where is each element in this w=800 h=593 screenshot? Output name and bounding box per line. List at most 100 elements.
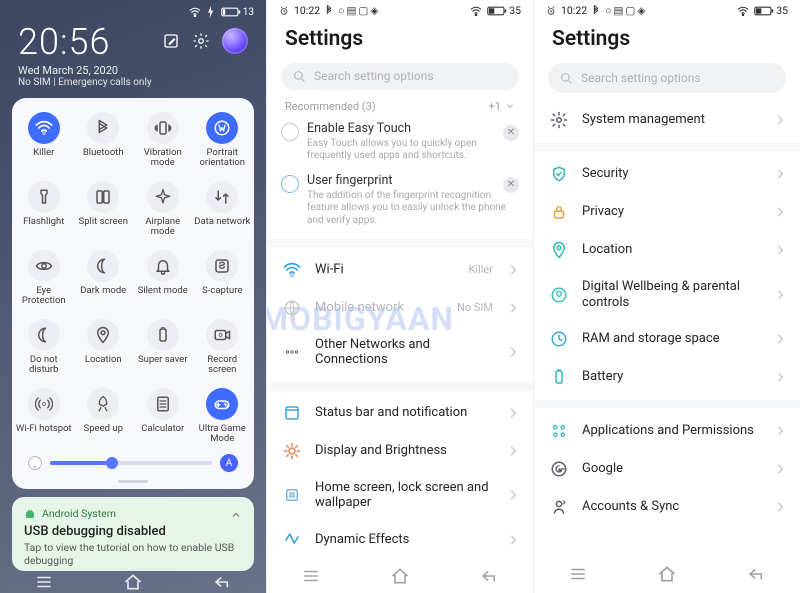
brightness-slider[interactable]: A (14, 448, 252, 474)
qs-tile-label: Flashlight (23, 217, 64, 227)
dots-icon (283, 343, 301, 361)
panel-grip[interactable] (118, 480, 148, 483)
battery-icon: 35 (754, 4, 788, 17)
qs-tile-airplane[interactable]: Airplane mode (133, 177, 193, 242)
search-placeholder: Search setting options (314, 69, 434, 83)
qs-tile-calc[interactable]: Calculator (133, 384, 193, 449)
settings-row-brightness[interactable]: Display and Brightness (267, 432, 533, 470)
row-value: No SIM (457, 301, 493, 314)
search-input[interactable]: Search setting options (548, 63, 786, 93)
brightness-track[interactable] (50, 461, 212, 465)
bluetooth-icon (592, 5, 600, 16)
chevron-right-icon (776, 244, 784, 256)
status-bar: 10:22 ○▤▢◈ 35 (534, 0, 800, 17)
close-icon[interactable]: ✕ (503, 125, 519, 141)
qs-tile-wifi[interactable]: Killer (14, 108, 74, 173)
chevron-right-icon (776, 501, 784, 513)
chevron-right-icon (776, 333, 784, 345)
settings-row-dynamic[interactable]: Dynamic Effects (267, 521, 533, 559)
qs-tile-flashlight[interactable]: Flashlight (14, 177, 74, 242)
nav-recent-icon[interactable] (568, 564, 588, 584)
nav-recent-icon[interactable] (34, 572, 54, 592)
wifi-icon (283, 261, 301, 279)
chevron-right-icon (776, 168, 784, 180)
sun-low-icon (28, 456, 42, 470)
row-label: Location (582, 242, 762, 258)
close-icon[interactable]: ✕ (503, 177, 519, 193)
settings-row-sync[interactable]: Accounts & Sync (534, 488, 800, 526)
qs-tile-battery[interactable]: Super saver (133, 315, 193, 380)
settings-row-battery[interactable]: Battery (534, 358, 800, 396)
nav-back-icon[interactable] (746, 564, 766, 584)
nav-back-icon[interactable] (212, 572, 232, 592)
qs-tile-game[interactable]: Ultra Game Mode (193, 384, 253, 449)
nav-back-icon[interactable] (479, 566, 499, 586)
edit-icon[interactable] (162, 32, 180, 50)
google-icon (550, 460, 568, 478)
qs-tile-location[interactable]: Location (74, 315, 134, 380)
row-label: Mobile network (315, 300, 443, 316)
nav-recent-icon[interactable] (301, 566, 321, 586)
settings-row-shield[interactable]: Security (534, 155, 800, 193)
qs-tile-bell[interactable]: Silent mode (133, 246, 193, 311)
status-bar: 10:22 ○▤▢◈ 35 (267, 0, 533, 17)
settings-row-dots[interactable]: Other Networks and Connections (267, 327, 533, 378)
settings-row-wellbeing[interactable]: Digital Wellbeing & parental controls (534, 269, 800, 320)
settings-row-globe[interactable]: Mobile network No SIM (267, 289, 533, 327)
settings-row-wifi[interactable]: Wi-Fi Killer (267, 251, 533, 289)
qs-tile-bluetooth[interactable]: Bluetooth (74, 108, 134, 173)
reco-title: Enable Easy Touch (307, 121, 515, 136)
recommended-item[interactable]: User fingerprintThe addition of the fing… (267, 171, 533, 236)
search-icon (560, 72, 573, 85)
qs-tile-portrait[interactable]: Portrait orientation (193, 108, 253, 173)
auto-brightness-toggle[interactable]: A (220, 454, 238, 472)
recommended-item[interactable]: Enable Easy TouchEasy Touch allows you t… (267, 119, 533, 171)
gear-icon[interactable] (192, 32, 210, 50)
pin-icon (550, 241, 568, 259)
chevron-up-icon[interactable] (228, 507, 244, 523)
nav-home-icon[interactable] (390, 566, 410, 586)
qs-tile-rocket[interactable]: Speed up (74, 384, 134, 449)
qs-tile-label: Wi-Fi hotspot (16, 424, 72, 434)
recommended-header[interactable]: Recommended (3) +1 (267, 98, 533, 119)
qs-tile-eye[interactable]: Eye Protection (14, 246, 74, 311)
row-value: Killer (469, 263, 494, 276)
settings-row-apps[interactable]: Applications and Permissions (534, 412, 800, 450)
dark-icon (87, 250, 119, 282)
phone-settings-main: 10:22 ○▤▢◈ 35 Settings Search setting op… (267, 0, 534, 593)
qs-tile-label: Location (85, 355, 122, 365)
qs-tile-data[interactable]: Data network (193, 177, 253, 242)
qs-tile-vibrate[interactable]: Vibration mode (133, 108, 193, 173)
qs-tile-label: Speed up (84, 424, 123, 434)
notification-card[interactable]: Android System USB debugging disabled Ta… (12, 497, 254, 571)
settings-row-pin[interactable]: Location (534, 231, 800, 269)
settings-row-google[interactable]: Google (534, 450, 800, 488)
brightness-icon (283, 442, 301, 460)
qs-tile-dark[interactable]: Dark mode (74, 246, 134, 311)
wifi-icon (737, 6, 749, 16)
chevron-right-icon (509, 445, 517, 457)
settings-row-statusbar[interactable]: Status bar and notification (267, 394, 533, 432)
reco-title: User fingerprint (307, 173, 515, 188)
nav-home-icon[interactable] (657, 564, 677, 584)
settings-row-ram[interactable]: RAM and storage space (534, 320, 800, 358)
qs-tile-hotspot[interactable]: Wi-Fi hotspot (14, 384, 74, 449)
qs-tile-record[interactable]: Record screen (193, 315, 253, 380)
record-icon (206, 319, 238, 351)
qs-tile-scapture[interactable]: S-capture (193, 246, 253, 311)
row-label: System management (582, 112, 762, 128)
jovi-orb-icon[interactable] (222, 28, 248, 54)
qs-tile-split[interactable]: Split screen (74, 177, 134, 242)
qs-tile-label: Ultra Game Mode (193, 424, 251, 445)
row-label: Other Networks and Connections (315, 337, 495, 368)
settings-row-gear[interactable]: System management (534, 101, 800, 139)
settings-row-home[interactable]: Home screen, lock screen and wallpaper (267, 470, 533, 521)
qs-tile-label: S-capture (202, 286, 242, 296)
hotspot-icon (28, 388, 60, 420)
settings-row-lock[interactable]: Privacy (534, 193, 800, 231)
search-input[interactable]: Search setting options (281, 63, 519, 90)
row-label: Wi-Fi (315, 262, 455, 278)
calc-icon (147, 388, 179, 420)
nav-home-icon[interactable] (123, 572, 143, 592)
qs-tile-dnd[interactable]: Do not disturb (14, 315, 74, 380)
